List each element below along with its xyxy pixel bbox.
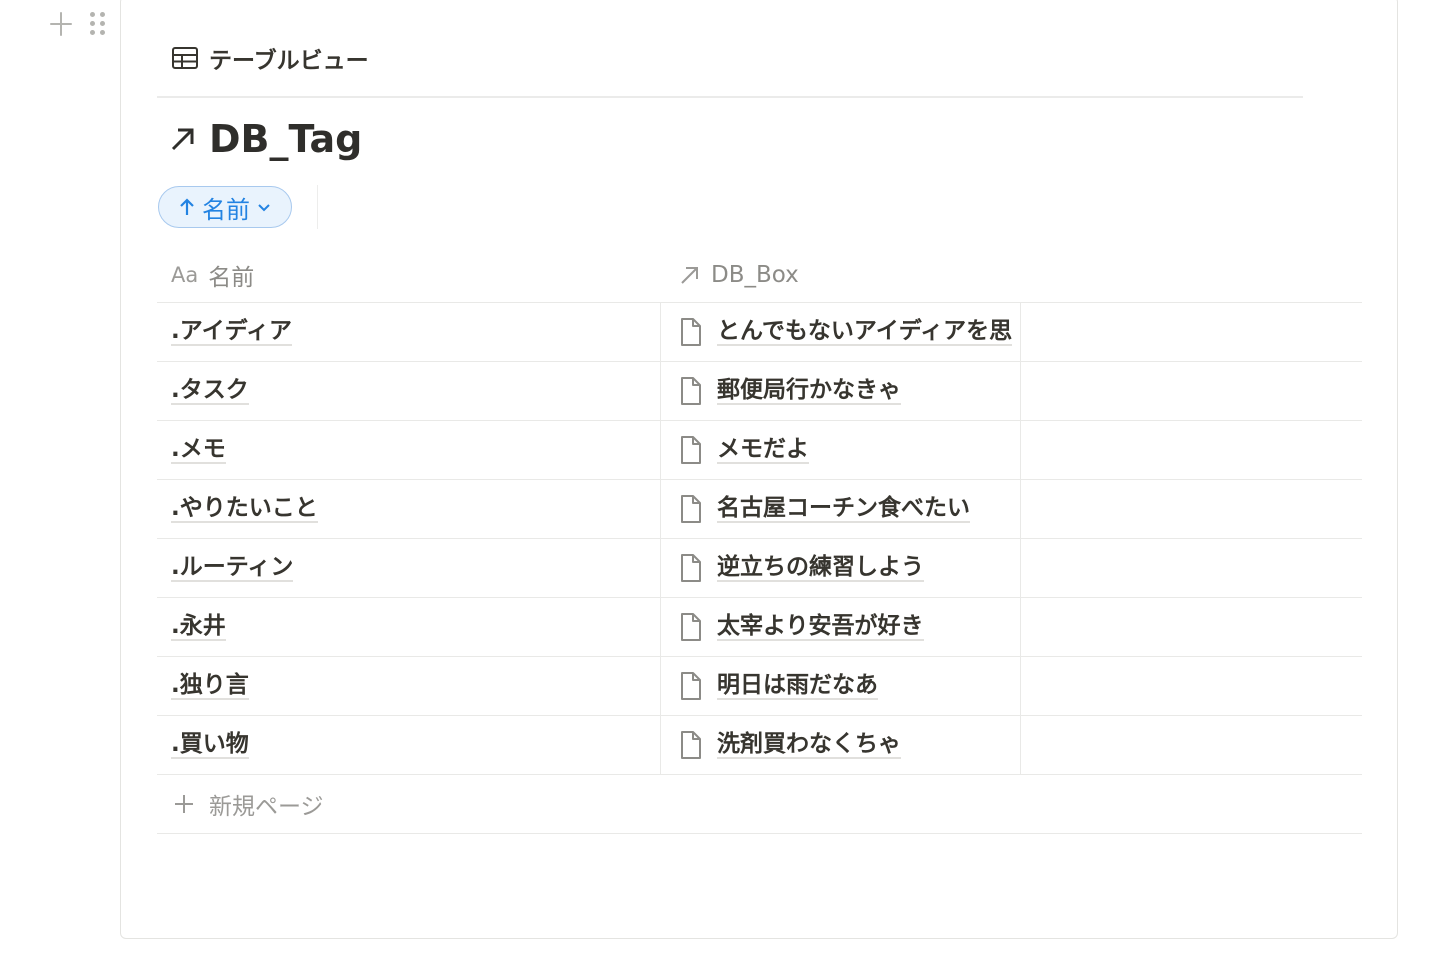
title-property-icon: Aa [171, 262, 199, 287]
column-header-label: 名前 [208, 264, 255, 291]
cell-name[interactable]: .ルーティン [157, 539, 661, 597]
toolbar-separator [317, 185, 318, 229]
cell-db-box[interactable]: とんでもないアイディアを思 [661, 303, 1021, 361]
cell-empty [1021, 421, 1362, 479]
related-page-link[interactable]: 洗剤買わなくちゃ [717, 731, 901, 760]
column-header-label: DB_Box [711, 261, 799, 288]
tag-name-link[interactable]: .メモ [171, 436, 226, 465]
arrow-up-icon [180, 198, 194, 215]
tag-name-link[interactable]: .買い物 [171, 731, 249, 760]
cell-db-box[interactable]: 明日は雨だなあ [661, 657, 1021, 715]
cell-name[interactable]: .タスク [157, 362, 661, 420]
related-page-link[interactable]: 明日は雨だなあ [717, 672, 878, 701]
view-tab-label: テーブルビュー [209, 48, 369, 74]
drag-handle-icon[interactable] [88, 10, 106, 38]
add-block-icon[interactable] [48, 10, 74, 38]
block-handle [48, 10, 106, 38]
table-row: .永井 太宰より安吾が好き [157, 598, 1362, 657]
relation-icon [681, 266, 698, 284]
related-page-link[interactable]: 名古屋コーチン食べたい [717, 495, 970, 524]
page-icon [681, 731, 701, 759]
cell-name[interactable]: .アイディア [157, 303, 661, 361]
database-table: Aa 名前 DB_Box .アイディア とんでもないアイディアを思 .タスク 郵便局行… [157, 247, 1362, 834]
tag-name-link[interactable]: .タスク [171, 377, 249, 406]
column-header-name[interactable]: Aa 名前 [157, 258, 661, 292]
cell-db-box[interactable]: 洗剤買わなくちゃ [661, 716, 1021, 774]
view-tab-table[interactable]: テーブルビュー [171, 41, 369, 75]
cell-name[interactable]: .永井 [157, 598, 661, 656]
table-header: Aa 名前 DB_Box [157, 247, 1362, 303]
cell-name[interactable]: .買い物 [157, 716, 661, 774]
tag-name-link[interactable]: .アイディア [171, 318, 292, 347]
page-icon [681, 318, 701, 346]
page-icon [681, 377, 701, 405]
cell-empty [1021, 657, 1362, 715]
sort-chip-label: 名前 [202, 195, 250, 224]
related-page-link[interactable]: 太宰より安吾が好き [717, 613, 924, 642]
related-page-link[interactable]: メモだよ [717, 436, 809, 465]
related-page-link[interactable]: とんでもないアイディアを思 [717, 318, 1013, 347]
table-row: .やりたいこと 名古屋コーチン食べたい [157, 480, 1362, 539]
table-row: .ルーティン 逆立ちの練習しよう [157, 539, 1362, 598]
cell-db-box[interactable]: 名古屋コーチン食べたい [661, 480, 1021, 538]
cell-empty [1021, 303, 1362, 361]
table-row: .独り言 明日は雨だなあ [157, 657, 1362, 716]
cell-name[interactable]: .独り言 [157, 657, 661, 715]
table-row: .メモ メモだよ [157, 421, 1362, 480]
database-title[interactable]: DB_Tag [169, 117, 362, 161]
related-page-link[interactable]: 郵便局行かなきゃ [717, 377, 901, 406]
page-icon [681, 554, 701, 582]
table-icon [172, 47, 198, 69]
column-header-db-box[interactable]: DB_Box [661, 262, 799, 288]
cell-name[interactable]: .メモ [157, 421, 661, 479]
page-icon [681, 436, 701, 464]
page-icon [681, 613, 701, 641]
cell-db-box[interactable]: 郵便局行かなきゃ [661, 362, 1021, 420]
page-icon [681, 495, 701, 523]
linked-database-block: テーブルビュー DB_Tag 名前 Aa 名前 DB_Box .アイディア とん… [120, 0, 1398, 939]
table-body: .アイディア とんでもないアイディアを思 .タスク 郵便局行かなきゃ .メモ メモだよ .や… [157, 303, 1362, 775]
page-icon [681, 672, 701, 700]
cell-empty [1021, 598, 1362, 656]
cell-empty [1021, 362, 1362, 420]
chevron-down-icon [258, 204, 270, 212]
tag-name-link[interactable]: .永井 [171, 613, 226, 642]
tag-name-link[interactable]: .やりたいこと [171, 495, 318, 524]
cell-empty [1021, 716, 1362, 774]
arrow-up-right-icon [171, 128, 194, 151]
cell-name[interactable]: .やりたいこと [157, 480, 661, 538]
new-page-label: 新規ページ [209, 794, 324, 820]
sort-chip[interactable]: 名前 [158, 186, 292, 228]
table-row: .タスク 郵便局行かなきゃ [157, 362, 1362, 421]
cell-empty [1021, 480, 1362, 538]
tag-name-link[interactable]: .独り言 [171, 672, 249, 701]
related-page-link[interactable]: 逆立ちの練習しよう [717, 554, 924, 583]
database-title-text: DB_Tag [209, 117, 363, 161]
new-page-button[interactable]: 新規ページ [157, 775, 1362, 834]
tag-name-link[interactable]: .ルーティン [171, 554, 294, 583]
cell-empty [1021, 539, 1362, 597]
cell-db-box[interactable]: 逆立ちの練習しよう [661, 539, 1021, 597]
table-row: .アイディア とんでもないアイディアを思 [157, 303, 1362, 362]
cell-db-box[interactable]: 太宰より安吾が好き [661, 598, 1021, 656]
plus-icon [175, 795, 193, 813]
view-divider [157, 96, 1303, 98]
table-row: .買い物 洗剤買わなくちゃ [157, 716, 1362, 775]
cell-db-box[interactable]: メモだよ [661, 421, 1021, 479]
